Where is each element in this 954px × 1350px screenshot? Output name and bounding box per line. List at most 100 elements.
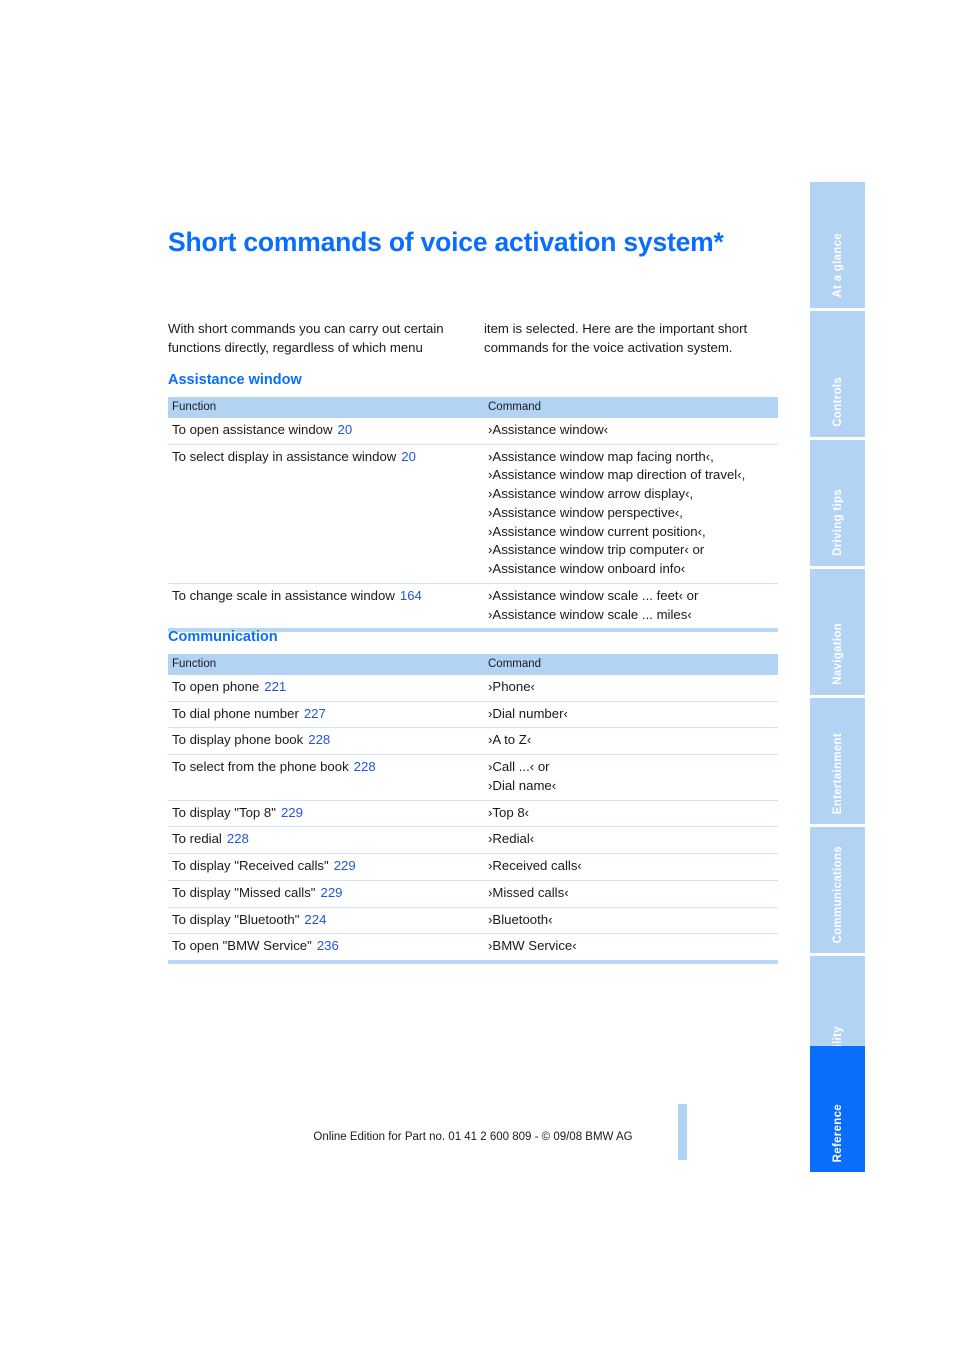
table-row: To dial phone number 227 ›Dial number‹ <box>168 700 778 728</box>
table-body: To open assistance window 20 ›Assistance w… <box>168 418 778 631</box>
function-label: To open "BMW Service" <box>172 938 312 954</box>
sidebar-tab-label: Communications <box>831 845 844 944</box>
table-body: To open phone 221 ›Phone‹ To dial phone num… <box>168 675 778 963</box>
cell-command: ›Dial number‹ <box>484 700 778 728</box>
cell-command: ›Redial‹ <box>484 826 778 854</box>
page-title: Short commands of voice activation syste… <box>168 227 724 257</box>
cell-function: To display phone book 228 <box>168 727 484 755</box>
cell-command: ›A to Z‹ <box>484 727 778 755</box>
footer-edition-note: Online Edition for Part no. 01 41 2 600 … <box>313 1131 633 1143</box>
voice-command-text: ›Dial number‹ <box>488 705 568 721</box>
table-row: To display phone book 228 ›A to Z‹ <box>168 727 778 755</box>
table-row: To change scale in assistance window 164 ›… <box>168 582 778 631</box>
page-reference-link[interactable]: 164 <box>400 588 422 603</box>
sidebar-tab-controls[interactable]: Controls <box>810 311 865 437</box>
voice-command-text: ›Assistance window perspective‹, <box>488 504 683 520</box>
cell-function: To open phone 221 <box>168 675 484 701</box>
voice-command-text: ›Assistance window scale ... miles‹ <box>488 606 692 622</box>
function-label: To display "Top 8" <box>172 804 276 820</box>
sidebar-tab-label-box: Reference <box>810 1104 865 1162</box>
column-header-command: Command <box>484 397 778 418</box>
commands-table: Function Command To open assistance wind… <box>168 397 778 633</box>
sidebar-tab-label: Reference <box>831 1103 844 1162</box>
cell-command: ›Missed calls‹ <box>484 879 778 908</box>
function-label: To open assistance window <box>172 422 333 437</box>
sidebar-tab-label: Navigation <box>831 623 844 685</box>
table-header-row: Function Command <box>168 397 778 418</box>
page-reference-link[interactable]: 227 <box>304 706 326 721</box>
voice-command-text: ›Assistance window map facing north‹, <box>488 448 714 464</box>
sidebar-tab-label-box: Communications <box>810 846 865 944</box>
page-reference-link[interactable]: 20 <box>401 449 416 464</box>
function-label: To change scale in assistance window <box>172 587 395 603</box>
intro-column-left: With short commands you can carry out ce… <box>168 321 444 355</box>
page-reference-link[interactable]: 224 <box>304 912 326 927</box>
sidebar-tab-entertainment[interactable]: Entertainment <box>810 698 865 824</box>
voice-command-text: ›Assistance window current position‹, <box>488 523 706 539</box>
cell-function: To display "Top 8" 229 <box>168 799 484 827</box>
page-reference-link[interactable]: 228 <box>227 831 249 846</box>
table-row: To redial 228 ›Redial‹ <box>168 826 778 854</box>
voice-command-text: ›Received calls‹ <box>488 858 582 874</box>
sidebar-tab-label: Driving tips <box>831 489 844 556</box>
cell-function: To select display in assistance window 20 <box>168 443 484 584</box>
page-reference-link[interactable]: 20 <box>338 422 353 437</box>
sidebar-tab-label-box: Navigation <box>810 623 865 685</box>
voice-command-text: ›Call ...‹ or <box>488 759 550 775</box>
cell-command: ›Phone‹ <box>484 675 778 701</box>
table-row: To display "Top 8" 229 ›Top 8‹ <box>168 799 778 827</box>
table-row: To open phone 221 ›Phone‹ <box>168 675 778 701</box>
sidebar-tab-communications[interactable]: Communications <box>810 827 865 953</box>
page-reference-link[interactable]: 236 <box>317 938 339 953</box>
cell-function: To open "BMW Service" 236 <box>168 933 484 963</box>
table-row: To display "Missed calls" 229 ›Missed call… <box>168 879 778 908</box>
voice-command-text: ›Top 8‹ <box>488 804 530 820</box>
cell-command: ›Assistance window‹ <box>484 418 778 444</box>
cell-function: To select from the phone book 228 <box>168 754 484 801</box>
function-label: To display "Missed calls" <box>172 884 316 900</box>
sidebar-tab-at-a-glance[interactable]: At a glance <box>810 182 865 308</box>
sidebar-tab-label: At a glance <box>831 233 844 298</box>
cell-command: ›Bluetooth‹ <box>484 906 778 934</box>
voice-command-text: ›BMW Service‹ <box>488 938 577 954</box>
function-label: To redial <box>172 831 222 847</box>
cell-command: ›Top 8‹ <box>484 799 778 827</box>
function-label: To select display in assistance window <box>172 448 397 464</box>
cell-function: To display "Bluetooth" 224 <box>168 906 484 934</box>
page-reference-link[interactable]: 228 <box>354 759 376 774</box>
cell-function: To dial phone number 227 <box>168 700 484 728</box>
sidebar-tab-label-box: At a glance <box>810 233 865 298</box>
sidebar-tab-label: Controls <box>831 377 844 427</box>
voice-command-text: ›Assistance window‹ <box>488 422 609 437</box>
sidebar-tab-label-box: Driving tips <box>810 489 865 556</box>
function-label: To display phone book <box>172 732 304 748</box>
table-row: To open assistance window 20 ›Assistance w… <box>168 418 778 444</box>
column-header-function: Function <box>168 397 484 418</box>
page-reference-link[interactable]: 229 <box>281 805 303 820</box>
sidebar-tab-label: Entertainment <box>831 732 844 814</box>
intro-column-right: item is selected. Here are the important… <box>484 321 748 355</box>
cell-command: ›Assistance window scale ... feet‹ or ›As… <box>484 582 778 631</box>
page-reference-link[interactable]: 228 <box>308 732 330 747</box>
cell-command: ›Assistance window map facing north‹, ›As… <box>484 443 778 584</box>
sidebar-tab-label-box: Controls <box>810 377 865 427</box>
sidebar-tab-driving-tips[interactable]: Driving tips <box>810 440 865 566</box>
page-reference-link[interactable]: 229 <box>320 885 342 900</box>
column-header-command: Command <box>484 654 778 675</box>
voice-command-text: ›Assistance window trip computer‹ or <box>488 542 705 558</box>
column-header-function: Function <box>168 654 484 675</box>
cell-function: To display "Received calls" 229 <box>168 853 484 881</box>
page-reference-link[interactable]: 229 <box>334 858 356 873</box>
cell-command: ›Received calls‹ <box>484 853 778 881</box>
voice-command-text: ›Missed calls‹ <box>488 884 569 900</box>
section-heading: Communication <box>168 629 278 645</box>
voice-command-text: ›Dial name‹ <box>488 777 557 793</box>
voice-command-text: ›Assistance window scale ... feet‹ or <box>488 587 699 603</box>
sidebar-tab-reference[interactable]: Reference <box>810 1046 865 1172</box>
page-reference-link[interactable]: 221 <box>264 679 286 694</box>
cell-command: ›BMW Service‹ <box>484 933 778 963</box>
table-header-row: Function Command <box>168 654 778 675</box>
function-label: To display "Bluetooth" <box>172 911 300 927</box>
sidebar-tab-navigation[interactable]: Navigation <box>810 569 865 695</box>
chapter-tabs-sidebar: At a glance Controls Driving tips Navigatio… <box>810 182 865 1172</box>
